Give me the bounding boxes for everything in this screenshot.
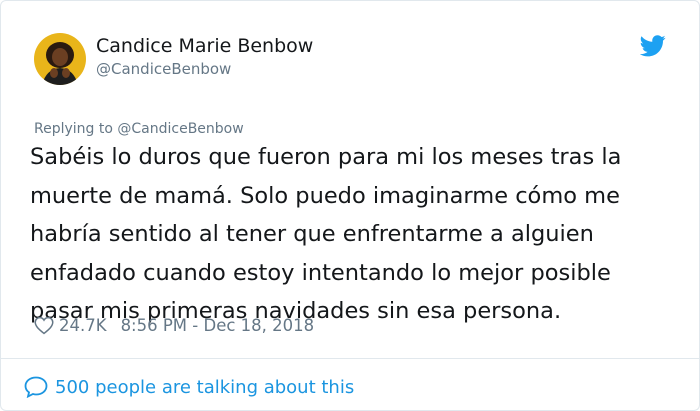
conversation-link[interactable]: 500 people are talking about this <box>24 373 354 401</box>
divider <box>1 358 699 359</box>
author-name[interactable]: Candice Marie Benbow <box>96 35 313 57</box>
avatar[interactable] <box>34 33 86 85</box>
tweet-text-line: habría sentido al tener que enfrentarme … <box>30 221 594 247</box>
tweet-text-line: muerte de mamá. Solo puedo imaginarme có… <box>30 182 620 209</box>
twitter-bird-icon[interactable] <box>640 35 666 57</box>
conversation-label[interactable]: 500 people are talking about this <box>55 377 354 398</box>
speech-bubble-icon <box>24 376 48 398</box>
replying-to: Replying to @CandiceBenbow <box>34 121 244 137</box>
heart-icon[interactable] <box>34 316 54 335</box>
embedded-tweet-card: Candice Marie Benbow @CandiceBenbow Repl… <box>0 0 700 411</box>
timestamp[interactable]: 8:56 PM - Dec 18, 2018 <box>121 316 315 335</box>
replying-mention[interactable]: @CandiceBenbow <box>117 121 243 137</box>
replying-prefix: Replying to <box>34 121 113 137</box>
tweet-header: Candice Marie Benbow @CandiceBenbow <box>34 27 679 91</box>
like-count[interactable]: 24.7K <box>59 316 107 335</box>
tweet-text-line: Sabéis lo duros que fueron para mi los m… <box>30 144 622 170</box>
tweet-text-line: enfadado cuando estoy intentando lo mejo… <box>30 259 611 286</box>
tweet-text: Sabéis lo duros que fueron para mi los m… <box>30 138 690 331</box>
tweet-meta: 24.7K 8:56 PM - Dec 18, 2018 <box>34 312 314 338</box>
author-handle[interactable]: @CandiceBenbow <box>96 60 231 78</box>
